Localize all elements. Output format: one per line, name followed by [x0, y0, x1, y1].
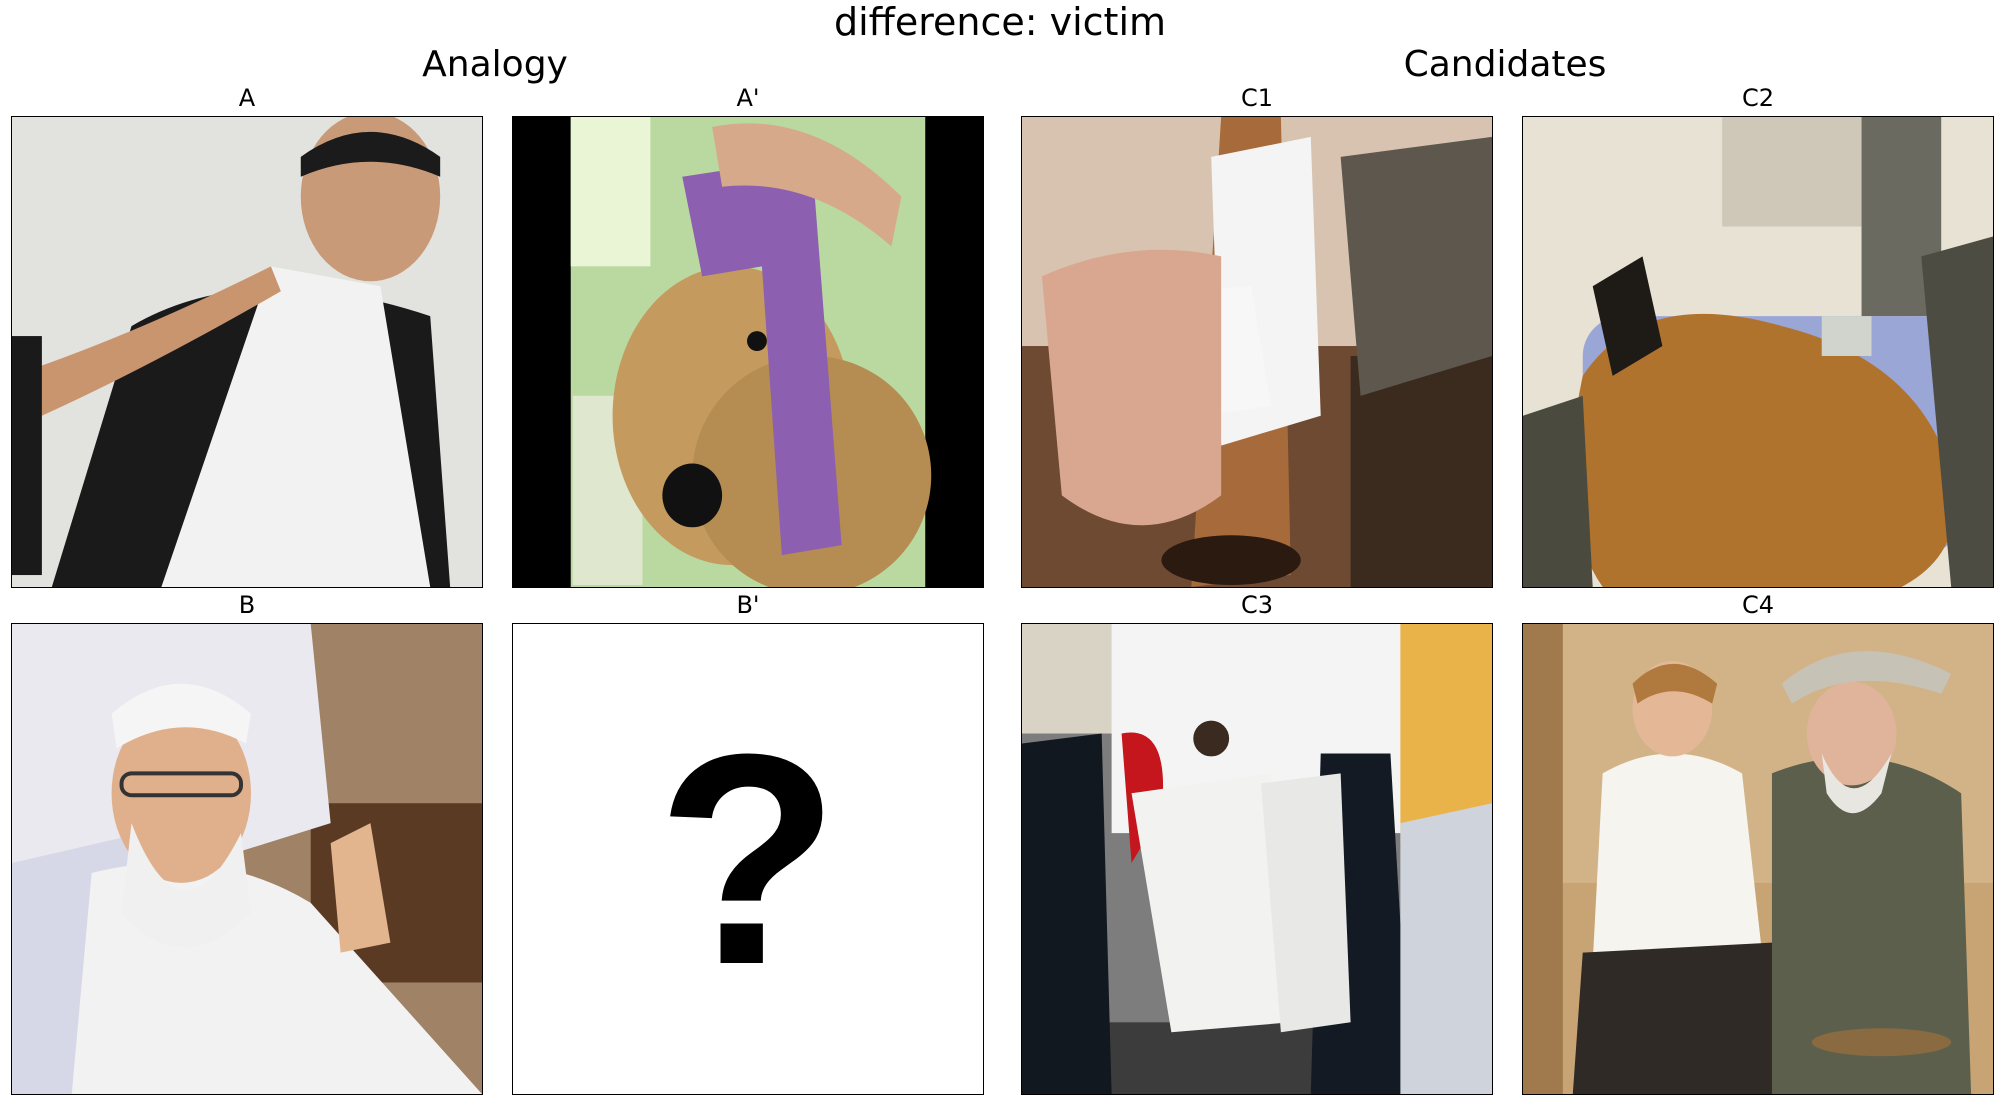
panel-c4-label: C4	[1741, 591, 1775, 619]
panel-c2-image	[1522, 116, 1994, 588]
panel-b-prime-unknown: ?	[512, 623, 984, 1095]
panel-a-prime-label: A'	[736, 84, 760, 112]
panel-a-label: A	[238, 84, 256, 112]
panel-c3-image	[1021, 623, 1493, 1095]
section-analogy-heading: Analogy	[422, 44, 568, 85]
figure-title: difference: victim	[833, 0, 1167, 44]
panel-c2-label: C2	[1741, 84, 1775, 112]
panel-b-label: B	[238, 591, 256, 619]
panel-c4-image	[1522, 623, 1994, 1095]
panel-c1-image	[1021, 116, 1493, 588]
section-candidates-heading: Candidates	[1403, 44, 1607, 85]
panel-a-image	[11, 116, 483, 588]
panel-c1-label: C1	[1240, 84, 1274, 112]
question-mark-icon: ?	[656, 691, 840, 1027]
panel-c3-label: C3	[1240, 591, 1274, 619]
panel-b-prime-label: B'	[736, 591, 760, 619]
panel-a-prime-image	[512, 116, 984, 588]
panel-b-image	[11, 623, 483, 1095]
